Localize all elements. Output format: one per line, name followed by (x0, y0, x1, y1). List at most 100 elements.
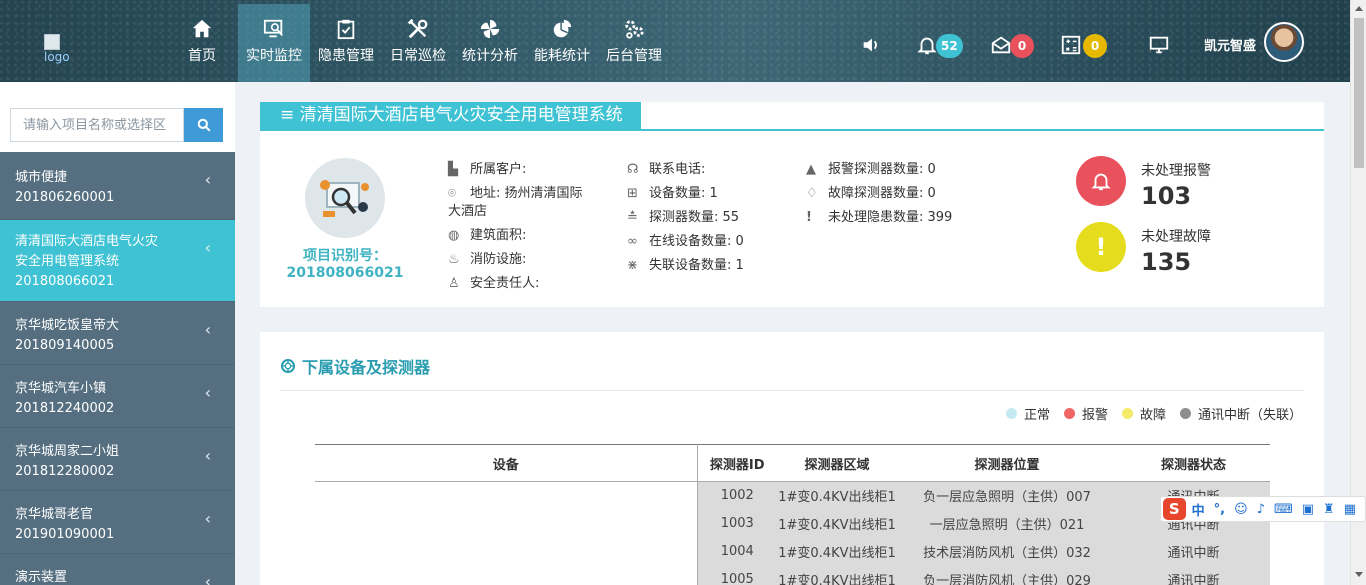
project-item[interactable]: 城市便捷 201806260001 ‹ (0, 152, 235, 220)
section-divider (280, 390, 1304, 391)
scroll-thumb[interactable] (1354, 18, 1364, 168)
project-code: 201806260001 (15, 190, 115, 205)
column-header-detector-status[interactable]: 探测器状态 (1117, 444, 1270, 482)
screen-icon[interactable] (1148, 34, 1170, 56)
username[interactable]: 凯元智盛 (1204, 35, 1256, 54)
table-header-row: 设备 探测器ID 探测器区域 探测器位置 探测器状态 (315, 444, 1270, 482)
area-icon: ◍ (448, 228, 460, 243)
project-info-card: ≡ 清清国际大酒店电气火灾安全用电管理系统 项目识别号： 20180806602… (260, 102, 1324, 307)
device-cell[interactable] (315, 481, 698, 585)
project-logo (305, 158, 385, 238)
unhandled-fault-value[interactable]: 135 (1141, 248, 1191, 276)
unhandled-alarm-value[interactable]: 103 (1141, 182, 1191, 210)
legend-alarm: 报警 (1063, 404, 1108, 423)
bell-outline-icon: ♢ (806, 186, 818, 201)
info-column-3: ▲ 报警探测器数量: 0 ♢ 故障探测器数量: 0 ! 未处理隐患数量: 399 (806, 158, 1006, 230)
project-code: 201812280002 (15, 464, 115, 479)
nav-daily-inspection[interactable]: 日常巡检 (382, 4, 454, 82)
fire-icon: ♨ (448, 252, 460, 267)
chevron-left-icon: ‹ (204, 320, 211, 339)
project-name: 京华城汽车小镇 (15, 381, 107, 396)
ime-lang-toggle[interactable]: 中 (1192, 500, 1205, 519)
chevron-left-icon: ‹ (204, 446, 211, 465)
scroll-up-arrow[interactable] (1355, 6, 1363, 11)
project-item[interactable]: 京华城周家二小姐 201812280002 ‹ (0, 428, 235, 491)
project-search-input[interactable] (10, 108, 184, 142)
project-title: ≡ 清清国际大酒店电气火灾安全用电管理系统 (260, 102, 641, 129)
home-icon (192, 19, 212, 38)
project-code: 201901090001 (15, 527, 115, 542)
title-underline (260, 129, 1324, 131)
scroll-down-arrow[interactable] (1355, 572, 1363, 577)
table-row[interactable]: 1002 1#变0.4KV出线柜1 负一层应急照明（主供）007 通讯中断 (315, 481, 1270, 585)
project-name: 京华城哥老官 (15, 507, 94, 522)
menu-icon: ≡ (280, 105, 300, 125)
project-id: 项目识别号： 201808066021 (286, 248, 404, 281)
project-name: 京华城周家二小姐 (15, 444, 120, 459)
emoji-icon[interactable]: ☺ (1234, 502, 1248, 517)
nav-statistics[interactable]: 统计分析 (454, 4, 526, 82)
building-icon: ▙ (448, 162, 458, 177)
unhandled-alarm-icon[interactable] (1076, 156, 1126, 206)
tools-icon (407, 18, 428, 39)
devices-card: 下属设备及探测器 正常 报警 故障 通讯中断（失联） 设备 探测器ID 探测器区… (260, 332, 1324, 585)
keyboard-icon[interactable]: ⌨ (1274, 502, 1293, 517)
headset-icon: ☊ (627, 162, 639, 177)
project-item[interactable]: 京华城哥老官 201901090001 ‹ (0, 491, 235, 554)
sliders-icon: ≛ (627, 210, 638, 225)
project-item[interactable]: 清清国际大酒店电气火灾 安全用电管理系统 201808066021 ‹ (0, 220, 235, 302)
sogou-logo-icon[interactable]: S (1163, 498, 1186, 520)
project-item[interactable]: 演示装置 ‹ (0, 554, 235, 585)
bell-icon (1091, 173, 1111, 191)
warning-icon: ▲ (806, 162, 816, 177)
project-item[interactable]: 京华城吃饭皇帝大 201809140005 ‹ (0, 302, 235, 365)
skin-icon[interactable]: ♜ (1323, 502, 1335, 517)
project-code: 201809140005 (15, 338, 115, 353)
column-header-device[interactable]: 设备 (315, 444, 698, 482)
calculator-icon[interactable] (1060, 34, 1082, 56)
monitor-gears-icon (320, 180, 369, 217)
mail-icon[interactable] (990, 34, 1012, 56)
location-pin-icon: ⌾ (448, 186, 456, 201)
column-header-detector-id[interactable]: 探测器ID (697, 444, 777, 482)
punctuation-icon[interactable]: °, (1214, 502, 1225, 517)
unhandled-fault-icon[interactable]: ! (1076, 222, 1126, 272)
search-button[interactable] (184, 108, 223, 142)
project-item[interactable]: 京华城汽车小镇 201812240002 ‹ (0, 365, 235, 428)
pinwheel-icon (480, 19, 500, 39)
chevron-left-icon: ‹ (204, 509, 211, 528)
nav-home[interactable]: 首页 (166, 4, 238, 82)
task-count-badge[interactable]: 0 (1083, 34, 1107, 58)
nav-realtime-monitor[interactable]: 实时监控 (238, 4, 310, 82)
avatar[interactable] (1264, 22, 1304, 62)
nav-hazard-management[interactable]: 隐患管理 (310, 4, 382, 82)
column-header-detector-position[interactable]: 探测器位置 (897, 444, 1117, 482)
monitor-search-icon (263, 19, 283, 38)
ime-toolbar: S 中 °, ☺ ♪ ⌨ ▣ ♜ ▦ (1160, 496, 1366, 522)
legend-offline: 通讯中断（失联） (1179, 404, 1302, 423)
logo[interactable]: logo (44, 34, 70, 64)
chevron-left-icon: ‹ (204, 383, 211, 402)
project-name: 城市便捷 (15, 170, 68, 185)
nav-energy-statistics[interactable]: 能耗统计 (526, 4, 598, 82)
nav-backend-management[interactable]: 后台管理 (598, 4, 670, 82)
speaker-icon[interactable] (860, 34, 882, 56)
project-name: 清清国际大酒店电气火灾 (15, 234, 159, 249)
unhandled-alarm-label: 未处理报警 (1141, 163, 1211, 179)
unhandled-fault-label: 未处理故障 (1141, 229, 1211, 245)
alarm-count-badge[interactable]: 52 (936, 34, 963, 58)
more-icon[interactable]: ▦ (1344, 502, 1356, 517)
toolbox-icon[interactable]: ▣ (1302, 502, 1314, 517)
legend-normal: 正常 (1005, 404, 1050, 423)
chevron-left-icon: ‹ (204, 238, 211, 257)
microphone-icon[interactable]: ♪ (1257, 502, 1265, 517)
bell-icon[interactable] (916, 34, 938, 56)
legend-fault: 故障 (1121, 404, 1166, 423)
column-header-detector-area[interactable]: 探测器区域 (777, 444, 897, 482)
clipboard-check-icon (337, 19, 355, 40)
pie-chart-icon (553, 19, 572, 38)
top-header: logo 首页 实时监控 隐患管理 日常巡检 统计分析 能耗统计 后台管理 52… (0, 0, 1350, 82)
message-count-badge[interactable]: 0 (1010, 34, 1034, 58)
exclamation-icon: ! (1095, 233, 1107, 261)
person-icon: ♙ (448, 276, 460, 291)
